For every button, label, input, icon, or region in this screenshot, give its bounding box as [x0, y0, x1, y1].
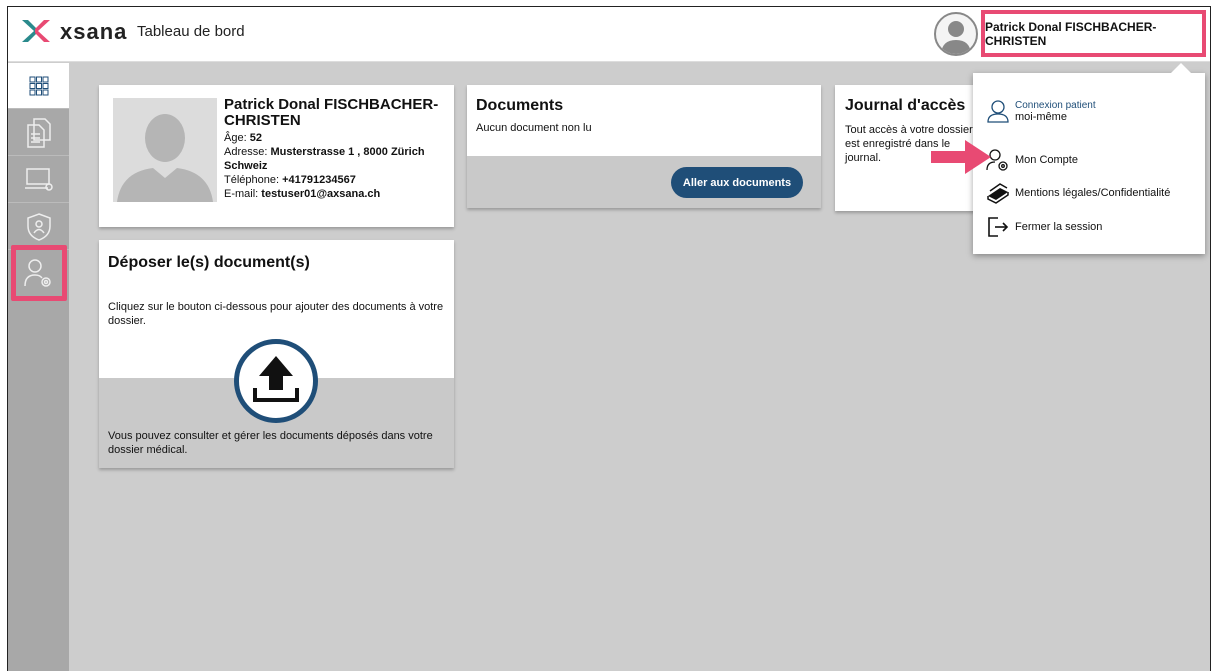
user-menu-button[interactable]: Patrick Donal FISCHBACHER-CHRISTEN — [981, 10, 1206, 57]
sidebar-item-devices[interactable] — [8, 157, 69, 203]
user-dropdown-menu: Connexion patient moi-même Mon Compte Me… — [973, 63, 1205, 254]
upload-icon — [253, 356, 299, 402]
patient-login-value: moi-même — [1015, 110, 1067, 123]
grid-icon — [29, 76, 48, 95]
upload-card: Déposer le(s) document(s) Cliquez sur le… — [99, 240, 454, 468]
logout-label: Fermer la session — [1015, 221, 1103, 233]
top-header: xsana Tableau de bord Patrick Donal FISC… — [8, 7, 1210, 62]
user-avatar[interactable] — [934, 12, 978, 56]
profile-photo — [113, 98, 217, 202]
documents-title: Documents — [476, 97, 564, 114]
documents-icon — [26, 117, 51, 148]
logout-icon — [985, 215, 1011, 239]
go-to-documents-button[interactable]: Aller aux documents — [671, 167, 803, 198]
upload-title: Déposer le(s) document(s) — [108, 254, 310, 271]
logout-item[interactable]: Fermer la session — [985, 215, 1102, 239]
shield-icon — [26, 212, 51, 241]
legal-label: Mentions légales/Confidentialité — [1015, 187, 1171, 199]
email-row: E-mail: testuser01@axsana.ch — [224, 188, 381, 200]
profile-card: Patrick Donal FISCHBACHER-CHRISTEN Âge: … — [99, 85, 454, 227]
sidebar — [8, 63, 69, 671]
upload-footer-text: Vous pouvez consulter et gérer les docum… — [108, 430, 433, 456]
sidebar-item-documents[interactable] — [8, 110, 69, 156]
access-log-title: Journal d'accès — [845, 97, 966, 114]
legal-item[interactable]: Mentions légales/Confidentialité — [985, 181, 1170, 205]
address-row: Adresse: Musterstrasse 1 , 8000 Zürich S… — [224, 146, 425, 172]
documents-status: Aucun document non lu — [476, 122, 592, 134]
avatar-icon — [941, 21, 971, 54]
laptop-icon — [24, 167, 53, 191]
user-settings-icon — [24, 259, 51, 287]
user-outline-icon — [985, 99, 1011, 123]
patient-login-item[interactable]: Connexion patient moi-même — [985, 99, 1096, 123]
upload-description: Cliquez sur le bouton ci-dessous pour aj… — [108, 301, 444, 327]
patient-login-label: Connexion patient — [1015, 99, 1096, 111]
person-silhouette-icon — [117, 114, 213, 202]
profile-info: Patrick Donal FISCHBACHER-CHRISTEN Âge: … — [224, 97, 449, 201]
my-account-item[interactable]: Mon Compte — [985, 148, 1078, 172]
app-window: xsana Tableau de bord Patrick Donal FISC… — [7, 6, 1211, 671]
documents-card: Documents Aucun document non lu Aller au… — [467, 85, 821, 208]
brand-name: xsana — [60, 19, 128, 44]
sidebar-item-security[interactable] — [8, 204, 69, 250]
book-icon — [985, 181, 1011, 205]
pointer-arrow-icon — [931, 140, 991, 174]
upload-button[interactable] — [234, 339, 318, 423]
page-title: Tableau de bord — [137, 23, 245, 40]
sidebar-item-dashboard[interactable] — [8, 63, 69, 109]
xsana-logo-icon — [22, 20, 50, 42]
age-row: Âge: 52 — [224, 132, 262, 144]
my-account-label: Mon Compte — [1015, 154, 1078, 166]
sidebar-item-account-settings[interactable] — [11, 245, 67, 301]
phone-row: Téléphone: +41791234567 — [224, 174, 356, 186]
patient-name: Patrick Donal FISCHBACHER-CHRISTEN — [224, 96, 439, 129]
